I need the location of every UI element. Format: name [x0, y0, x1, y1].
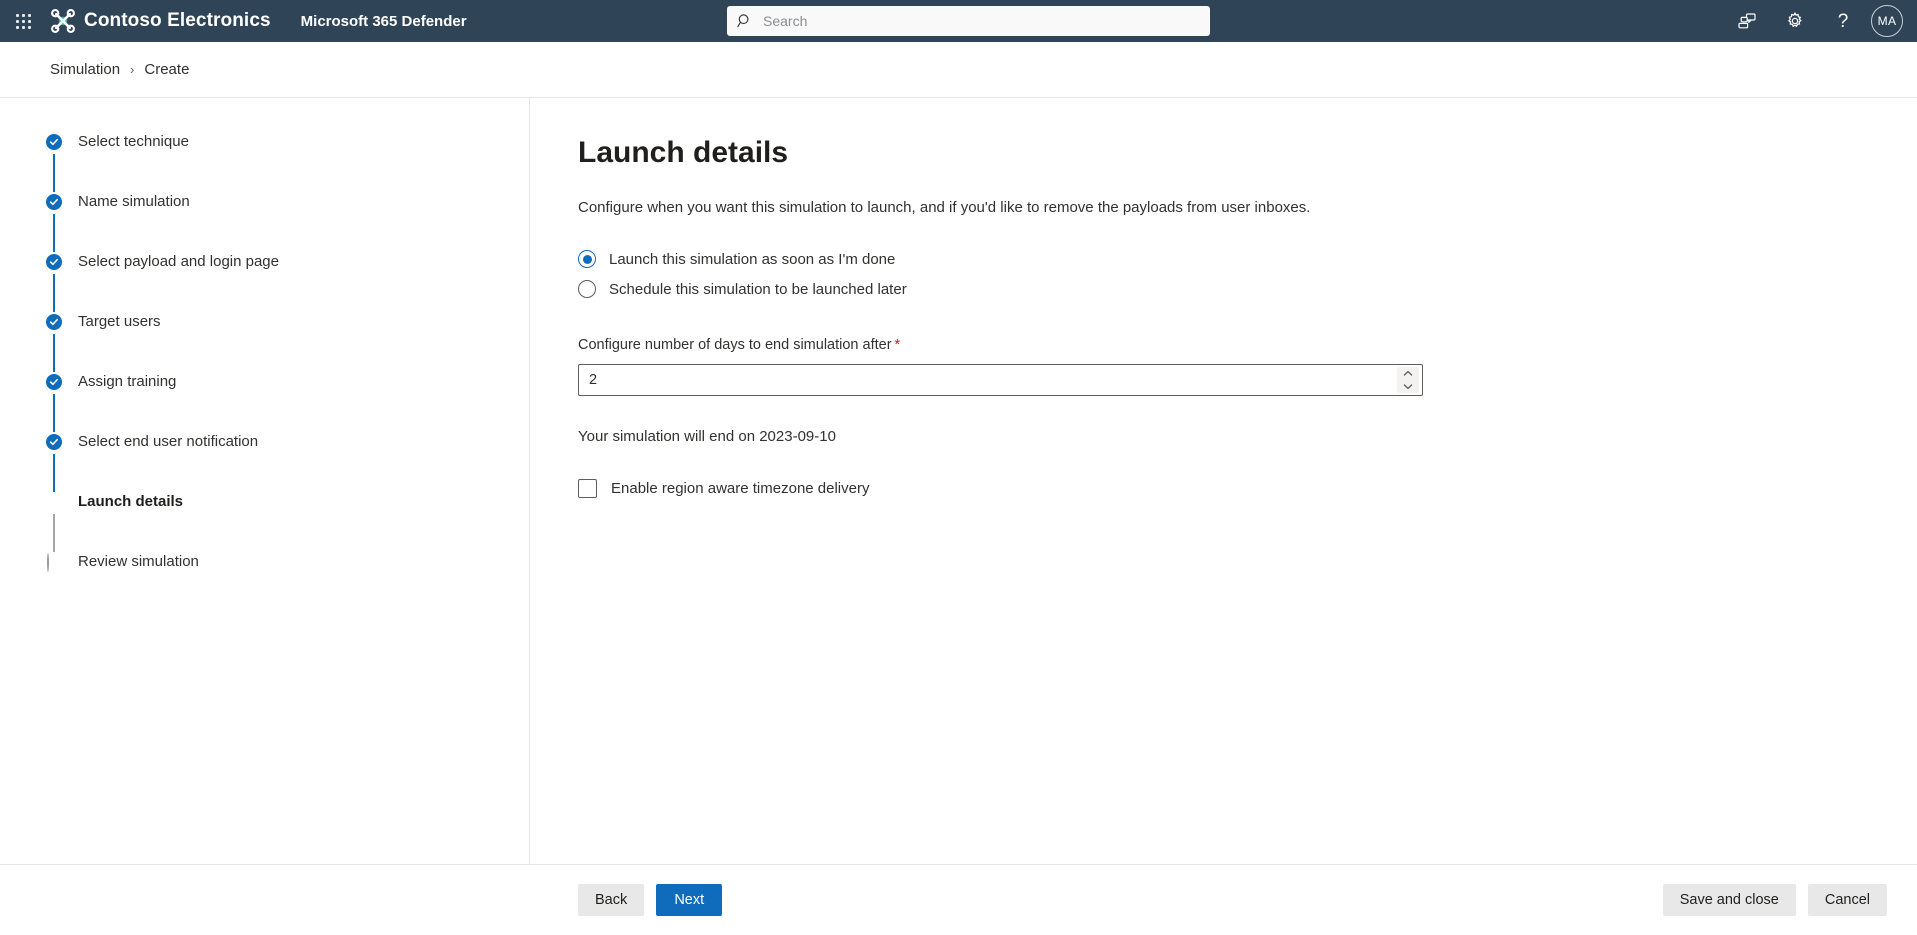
radio-launch-now[interactable]: Launch this simulation as soon as I'm do… [578, 246, 1917, 272]
step-status-current-icon [46, 494, 62, 510]
sidebar-step-label: Review simulation [78, 553, 199, 570]
step-connector [53, 334, 55, 372]
gear-icon [1785, 11, 1805, 31]
sidebar-step-select-end-user-notification[interactable]: Select end user notification [0, 432, 529, 492]
step-connector [53, 454, 55, 492]
sidebar-step-name-simulation[interactable]: Name simulation [0, 192, 529, 252]
search-icon [737, 13, 753, 29]
footer-right-buttons: Save and close Cancel [1662, 883, 1887, 916]
step-status-done-icon [46, 254, 62, 270]
step-status-todo-icon [46, 553, 62, 572]
app-launcher-button[interactable] [0, 0, 46, 42]
days-spinner-field[interactable] [578, 364, 1423, 396]
sidebar-step-launch-details[interactable]: Launch details [0, 492, 529, 552]
sidebar-step-label: Assign training [78, 373, 177, 390]
main-content: Launch details Configure when you want t… [530, 98, 1917, 864]
timezone-delivery-label: Enable region aware timezone delivery [611, 480, 870, 497]
question-mark-icon: ? [1837, 10, 1849, 32]
checkbox-unchecked-icon[interactable] [578, 479, 597, 498]
sidebar-step-label: Name simulation [78, 193, 190, 210]
help-button[interactable]: ? [1819, 0, 1867, 42]
step-connector [53, 214, 55, 252]
breadcrumb-item-create[interactable]: Create [144, 61, 189, 78]
days-input[interactable] [579, 365, 1397, 395]
wizard-step-list: Select technique Name simulation Select … [0, 98, 530, 864]
brand-home-link[interactable]: Contoso Electronics [50, 8, 271, 34]
sidebar-step-label: Select payload and login page [78, 253, 279, 270]
simulation-end-date-text: Your simulation will end on 2023-09-10 [578, 428, 836, 445]
back-button[interactable]: Back [578, 883, 645, 916]
step-status-done-icon [46, 134, 62, 150]
sidebar-step-label: Launch details [78, 493, 184, 510]
step-connector [53, 394, 55, 432]
contoso-logo-icon [50, 8, 76, 34]
timezone-delivery-checkbox-row[interactable]: Enable region aware timezone delivery [578, 479, 1917, 498]
sidebar-step-assign-training[interactable]: Assign training [0, 372, 529, 432]
next-button[interactable]: Next [656, 883, 723, 916]
suite-header-bar: Contoso Electronics Microsoft 365 Defend… [0, 0, 1917, 42]
breadcrumb-item-simulation[interactable]: Simulation [50, 61, 120, 78]
footer-left-buttons: Back Next [578, 883, 723, 916]
stepper-up-button[interactable] [1397, 368, 1419, 380]
step-connector [53, 514, 55, 552]
body-region: Select technique Name simulation Select … [0, 98, 1917, 864]
sidebar-step-select-technique[interactable]: Select technique [0, 132, 529, 192]
step-status-done-icon [46, 374, 62, 390]
sidebar-step-label: Target users [78, 313, 161, 330]
sidebar-step-target-users[interactable]: Target users [0, 312, 529, 372]
sidebar-step-label: Select technique [78, 133, 189, 150]
feedback-chat-icon [1737, 11, 1757, 31]
breadcrumb: Simulation › Create [0, 42, 1917, 98]
suite-actions: ? MA [1723, 0, 1909, 42]
radio-launch-now-label: Launch this simulation as soon as I'm do… [609, 250, 896, 268]
required-asterisk: * [894, 337, 901, 353]
radio-button-unselected-icon[interactable] [578, 280, 596, 298]
stepper-down-button[interactable] [1397, 381, 1419, 393]
page-title: Launch details [578, 136, 789, 169]
search-input[interactable] [761, 12, 1200, 30]
waffle-icon [15, 13, 31, 29]
step-connector [53, 274, 55, 312]
avatar[interactable]: MA [1871, 5, 1903, 37]
days-field-label: Configure number of days to end simulati… [578, 337, 1917, 353]
sidebar-step-label: Select end user notification [78, 433, 259, 450]
global-search [727, 6, 1210, 36]
search-box[interactable] [727, 6, 1210, 36]
radio-schedule-later-label: Schedule this simulation to be launched … [609, 280, 907, 298]
days-stepper[interactable] [1397, 367, 1419, 393]
cancel-button[interactable]: Cancel [1807, 883, 1887, 916]
feedback-button[interactable] [1723, 0, 1771, 42]
save-and-close-button[interactable]: Save and close [1662, 883, 1796, 916]
brand-name: Contoso Electronics [84, 10, 271, 31]
chevron-up-icon [1403, 370, 1413, 377]
sidebar-step-select-payload-and-login-page[interactable]: Select payload and login page [0, 252, 529, 312]
days-field-label-text: Configure number of days to end simulati… [578, 337, 892, 353]
settings-button[interactable] [1771, 0, 1819, 42]
sidebar-step-review-simulation[interactable]: Review simulation [0, 552, 529, 612]
chevron-down-icon [1403, 383, 1413, 390]
radio-schedule-later[interactable]: Schedule this simulation to be launched … [578, 276, 1917, 302]
step-connector [53, 154, 55, 192]
footer-action-bar: Back Next Save and close Cancel [0, 864, 1917, 934]
breadcrumb-separator-icon: › [130, 62, 135, 77]
launch-option-radio-group: Launch this simulation as soon as I'm do… [578, 246, 1917, 302]
page-description: Configure when you want this simulation … [578, 199, 1311, 216]
step-status-done-icon [46, 314, 62, 330]
radio-button-selected-icon[interactable] [578, 250, 596, 268]
app-name[interactable]: Microsoft 365 Defender [301, 13, 467, 30]
step-status-done-icon [46, 434, 62, 450]
step-status-done-icon [46, 194, 62, 210]
